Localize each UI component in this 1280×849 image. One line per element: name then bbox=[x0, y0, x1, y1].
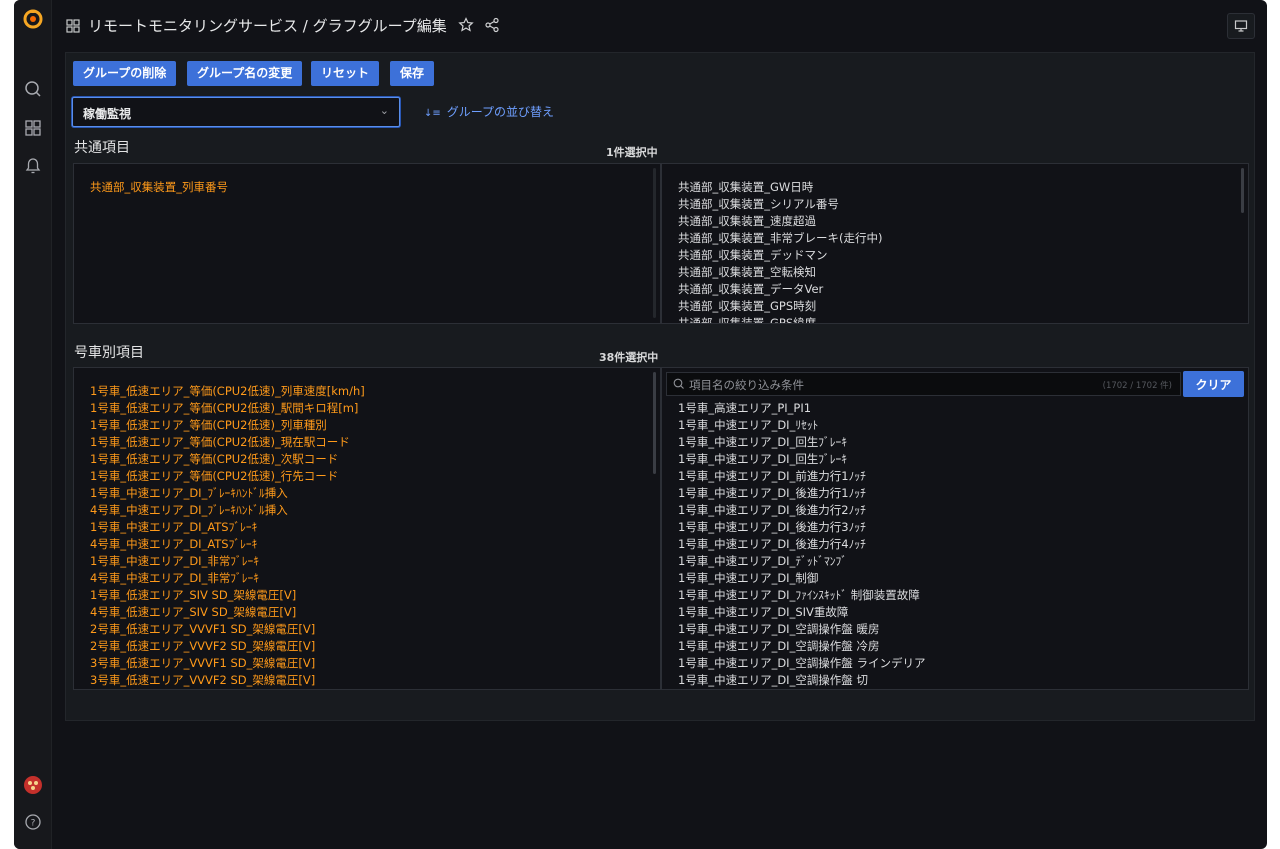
delete-group-button[interactable]: グループの削除 bbox=[73, 61, 177, 86]
common-selected-items: 共通部_収集装置_列車番号 bbox=[90, 179, 228, 196]
list-item[interactable]: 共通部_収集装置_列車番号 bbox=[90, 179, 228, 196]
list-item[interactable]: 1号車_中速エリア_DI_ATSﾌﾞﾚｰｷ bbox=[90, 519, 365, 536]
list-item[interactable]: 1号車_中速エリア_DI_制御 bbox=[678, 570, 925, 587]
list-item[interactable]: 共通部_収集装置_GPS時刻 bbox=[678, 298, 882, 315]
svg-text:?: ? bbox=[31, 819, 36, 829]
common-selected-list[interactable]: 共通部_収集装置_列車番号 bbox=[73, 163, 661, 324]
list-item[interactable]: 共通部_収集装置_データVer bbox=[678, 281, 882, 298]
list-item[interactable]: 1号車_中速エリア_DI_ﾌﾞﾚｰｷﾊﾝﾄﾞﾙ挿入 bbox=[90, 485, 365, 502]
list-item[interactable]: 1号車_中速エリア_DI_前進力行1ﾉｯﾁ bbox=[678, 468, 925, 485]
clear-filter-button[interactable]: クリア bbox=[1183, 371, 1244, 397]
sort-groups-link[interactable]: ↓≡ グループの並び替え bbox=[424, 103, 554, 120]
list-item[interactable]: 共通部_収集装置_デッドマン bbox=[678, 247, 882, 264]
list-item[interactable]: 1号車_中速エリア_DI_空調操作盤 ラインデリア bbox=[678, 655, 925, 672]
list-item[interactable]: 1号車_中速エリア_DI_空調操作盤 切 bbox=[678, 672, 925, 689]
list-item[interactable]: 1号車_低速エリア_SIV SD_架線電圧[V] bbox=[90, 587, 365, 604]
scrollbar[interactable] bbox=[653, 168, 656, 318]
per-car-section-title: 号車別項目 bbox=[74, 345, 144, 361]
list-item[interactable]: 1号車_低速エリア_等価(CPU2低速)_駅間キロ程[m] bbox=[90, 400, 365, 417]
group-edit-panel: グループの削除 グループ名の変更 リセット 保存 稼働監視 ⌄ ↓≡ グループの並… bbox=[65, 52, 1255, 721]
sort-icon: ↓≡ bbox=[424, 108, 441, 119]
common-selected-count: 1件選択中 bbox=[606, 146, 658, 159]
item-filter-search[interactable]: 項目名の絞り込み条件 (1702 / 1702 件) bbox=[666, 372, 1181, 396]
search-icon bbox=[673, 378, 684, 389]
bell-icon[interactable] bbox=[24, 157, 42, 175]
page-header: リモートモニタリングサービス / グラフグループ編集 bbox=[52, 0, 1267, 52]
list-item[interactable]: 1号車_中速エリア_DI_後進力行2ﾉｯﾁ bbox=[678, 502, 925, 519]
common-available-items: 共通部_収集装置_GW日時 共通部_収集装置_シリアル番号 共通部_収集装置_速… bbox=[678, 179, 882, 323]
list-item[interactable]: 共通部_収集装置_GW日時 bbox=[678, 179, 882, 196]
scrollbar[interactable] bbox=[1241, 168, 1244, 213]
app-window: ? リモートモニタリングサービス / グラフグループ編集 グループの削除 グルー… bbox=[14, 0, 1267, 849]
save-button[interactable]: 保存 bbox=[390, 61, 435, 86]
dashboards-icon[interactable] bbox=[24, 119, 42, 137]
list-item[interactable]: 1号車_中速エリア_DI_空調操作盤 冷房 bbox=[678, 638, 925, 655]
list-item[interactable]: 1号車_中速エリア_DI_回生ﾌﾞﾚｰｷ bbox=[678, 451, 925, 468]
list-item[interactable]: 共通部_収集装置_速度超過 bbox=[678, 213, 882, 230]
list-item[interactable]: 共通部_収集装置_シリアル番号 bbox=[678, 196, 882, 213]
monitor-icon bbox=[1234, 20, 1248, 32]
group-select[interactable]: 稼働監視 ⌄ bbox=[72, 97, 400, 127]
list-item[interactable]: 1号車_中速エリア_DI_ﾘｾｯﾄ bbox=[678, 417, 925, 434]
dashboard-grid-icon bbox=[66, 19, 80, 33]
list-item[interactable]: 1号車_中速エリア_DI_ﾃﾞｯﾄﾞﾏﾝﾌﾞ bbox=[678, 553, 925, 570]
per-car-selected-count: 38件選択中 bbox=[599, 351, 659, 364]
list-item[interactable]: 1号車_中速エリア_DI_ﾌｧｲﾝｽｷｯﾄﾞ 制御装置故障 bbox=[678, 587, 925, 604]
list-item[interactable]: 1号車_低速エリア_等価(CPU2低速)_列車種別 bbox=[90, 417, 365, 434]
list-item[interactable]: 4号車_中速エリア_DI_ﾌﾞﾚｰｷﾊﾝﾄﾞﾙ挿入 bbox=[90, 502, 365, 519]
list-item[interactable]: 3号車_低速エリア_VVVF1 SD_架線電圧[V] bbox=[90, 655, 365, 672]
sort-groups-label: グループの並び替え bbox=[446, 105, 555, 119]
list-item[interactable]: 1号車_低速エリア_等価(CPU2低速)_列車速度[km/h] bbox=[90, 383, 365, 400]
list-item[interactable]: 4号車_中速エリア_DI_非常ﾌﾞﾚｰｷ bbox=[90, 570, 365, 587]
help-icon[interactable]: ? bbox=[24, 813, 42, 831]
chevron-down-icon: ⌄ bbox=[379, 104, 389, 117]
list-item[interactable]: 1号車_高速エリア_PI_PI1 bbox=[678, 400, 925, 417]
list-item[interactable]: 共通部_収集装置_非常ブレーキ(走行中) bbox=[678, 230, 882, 247]
scrollbar[interactable] bbox=[653, 372, 656, 474]
list-item[interactable]: 1号車_中速エリア_DI_後進力行4ﾉｯﾁ bbox=[678, 536, 925, 553]
list-item[interactable]: 3号車_低速エリア_VVVF2 SD_架線電圧[V] bbox=[90, 672, 365, 689]
reset-button[interactable]: リセット bbox=[311, 61, 380, 86]
sidebar: ? bbox=[14, 0, 52, 849]
list-item[interactable]: 1号車_低速エリア_等価(CPU2低速)_行先コード bbox=[90, 468, 365, 485]
search-icon[interactable] bbox=[24, 80, 42, 98]
list-item[interactable]: 1号車_中速エリア_DI_後進力行1ﾉｯﾁ bbox=[678, 485, 925, 502]
list-item[interactable]: 1号車_中速エリア_DI_SIV重故障 bbox=[678, 604, 925, 621]
per-car-available-list[interactable]: 項目名の絞り込み条件 (1702 / 1702 件) クリア 1号車_高速エリア… bbox=[661, 367, 1249, 690]
star-icon[interactable] bbox=[458, 17, 474, 33]
list-item[interactable]: 1号車_中速エリア_DI_空調操作盤 暖房 bbox=[678, 621, 925, 638]
group-select-value: 稼働監視 bbox=[83, 107, 132, 121]
search-result-count: (1702 / 1702 件) bbox=[1102, 381, 1172, 391]
search-input-placeholder: 項目名の絞り込み条件 bbox=[689, 378, 804, 392]
grafana-logo-icon[interactable] bbox=[23, 9, 43, 29]
rename-group-button[interactable]: グループ名の変更 bbox=[187, 61, 303, 86]
tv-mode-button[interactable] bbox=[1227, 13, 1255, 39]
page-title[interactable]: リモートモニタリングサービス / グラフグループ編集 bbox=[88, 15, 447, 36]
list-item[interactable]: 1号車_中速エリア_DI_非常ﾌﾞﾚｰｷ bbox=[90, 553, 365, 570]
per-car-available-items: 1号車_高速エリア_PI_PI1 1号車_中速エリア_DI_ﾘｾｯﾄ 1号車_中… bbox=[678, 400, 925, 689]
common-section-title: 共通項目 bbox=[74, 140, 130, 156]
per-car-selected-list[interactable]: 1号車_低速エリア_等価(CPU2低速)_列車速度[km/h] 1号車_低速エリ… bbox=[73, 367, 661, 690]
list-item[interactable]: 1号車_中速エリア_DI_回生ﾌﾞﾚｰｷ bbox=[678, 434, 925, 451]
list-item[interactable]: 1号車_中速エリア_DI_後進力行3ﾉｯﾁ bbox=[678, 519, 925, 536]
list-item[interactable]: 1号車_低速エリア_等価(CPU2低速)_現在駅コード bbox=[90, 434, 365, 451]
list-item[interactable]: 共通部_収集装置_空転検知 bbox=[678, 264, 882, 281]
common-available-list[interactable]: 共通部_収集装置_GW日時 共通部_収集装置_シリアル番号 共通部_収集装置_速… bbox=[661, 163, 1249, 324]
list-item[interactable]: 4号車_低速エリア_SIV SD_架線電圧[V] bbox=[90, 604, 365, 621]
user-avatar-icon[interactable] bbox=[23, 775, 43, 795]
list-item[interactable]: 1号車_低速エリア_等価(CPU2低速)_次駅コード bbox=[90, 451, 365, 468]
list-item[interactable]: 2号車_低速エリア_VVVF1 SD_架線電圧[V] bbox=[90, 621, 365, 638]
per-car-selected-items: 1号車_低速エリア_等価(CPU2低速)_列車速度[km/h] 1号車_低速エリ… bbox=[90, 383, 365, 689]
list-item[interactable]: 4号車_中速エリア_DI_ATSﾌﾞﾚｰｷ bbox=[90, 536, 365, 553]
share-icon[interactable] bbox=[484, 17, 500, 33]
list-item[interactable]: 共通部_収集装置_GPS緯度 bbox=[678, 315, 882, 323]
list-item[interactable]: 2号車_低速エリア_VVVF2 SD_架線電圧[V] bbox=[90, 638, 365, 655]
